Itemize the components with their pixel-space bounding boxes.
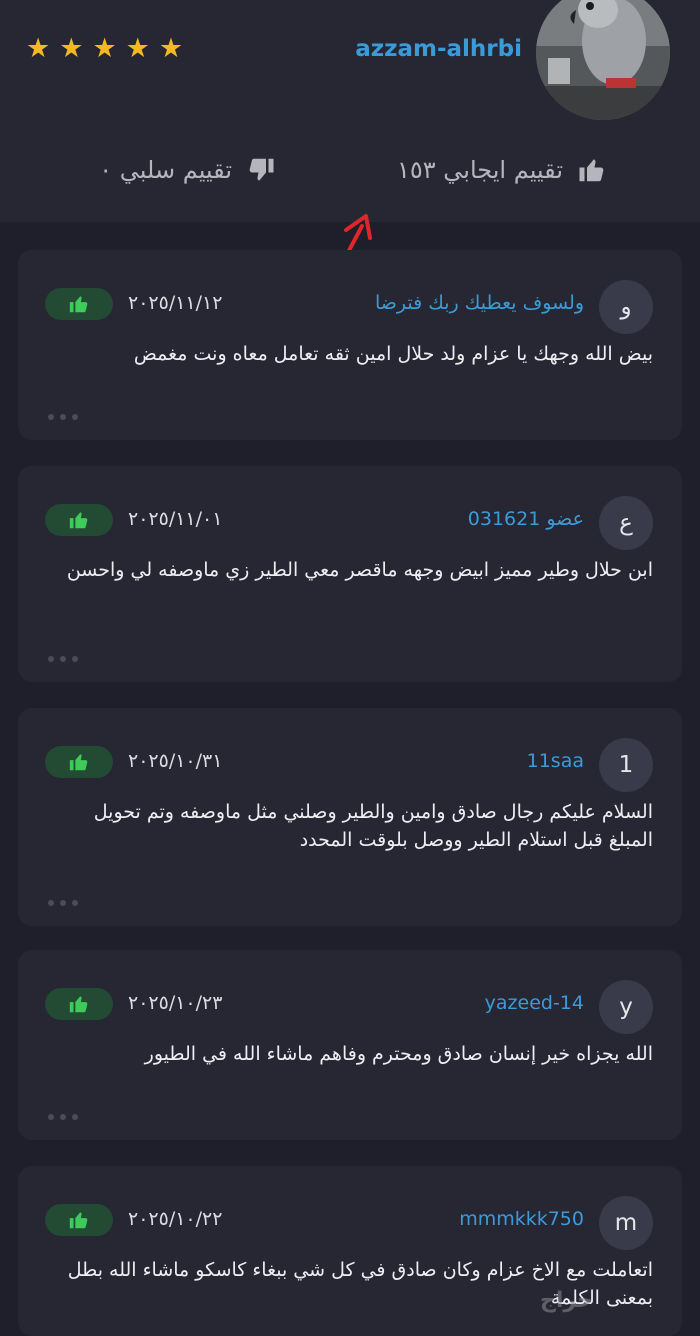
reviewer-name[interactable]: yazeed-14 xyxy=(485,992,584,1014)
thumbs-up-icon xyxy=(69,1212,88,1229)
star-icon: ★ xyxy=(125,33,150,64)
reviewer-avatar[interactable]: و xyxy=(599,280,653,334)
profile-username[interactable]: azzam-alhrbi xyxy=(355,36,522,62)
review-date: ٢٠٢٥/١٠/٣١ xyxy=(128,750,223,772)
star-icon: ★ xyxy=(59,33,84,64)
reviewer-name[interactable]: mmmkkk750 xyxy=(459,1208,584,1230)
thumbs-up-icon xyxy=(69,296,88,313)
like-badge xyxy=(45,288,113,320)
reviewer-name[interactable]: عضو 031621 xyxy=(468,508,584,530)
star-rating: ★ ★ ★ ★ ★ xyxy=(26,34,183,64)
star-icon: ★ xyxy=(158,33,184,64)
thumbs-up-icon xyxy=(69,996,88,1013)
thumbs-up-icon xyxy=(69,754,88,771)
review-date: ٢٠٢٥/١٠/٢٣ xyxy=(128,992,223,1014)
profile-header: ★ ★ ★ ★ ★ azzam-alhrbi تقييم ايجابي ١٥٣ xyxy=(0,0,700,222)
review-text: بيض الله وجهك يا عزام ولد حلال امين ثقه … xyxy=(133,343,653,365)
avatar[interactable] xyxy=(536,0,670,120)
more-options-icon[interactable] xyxy=(48,900,78,906)
reviewer-name[interactable]: ولسوف يعطيك ربك فترضا xyxy=(375,292,584,314)
like-badge xyxy=(45,1204,113,1236)
more-options-icon[interactable] xyxy=(48,414,78,420)
thumbs-down-icon xyxy=(249,158,274,181)
more-options-icon[interactable] xyxy=(48,1114,78,1120)
haraj-watermark: حراج xyxy=(540,1288,593,1313)
positive-rating[interactable]: تقييم ايجابي ١٥٣ xyxy=(397,155,607,185)
review-card: و ولسوف يعطيك ربك فترضا ٢٠٢٥/١١/١٢ بيض ا… xyxy=(18,250,682,440)
thumbs-up-icon xyxy=(69,512,88,529)
review-card: 1 11saa ٢٠٢٥/١٠/٣١ السلام عليكم رجال صاد… xyxy=(18,708,682,926)
star-icon: ★ xyxy=(92,33,117,64)
review-card: ع عضو 031621 ٢٠٢٥/١١/٠١ ابن حلال وطير مم… xyxy=(18,466,682,682)
positive-rating-label: تقييم ايجابي ١٥٣ xyxy=(396,156,563,184)
like-badge xyxy=(45,504,113,536)
review-date: ٢٠٢٥/١١/١٢ xyxy=(128,292,223,314)
review-card: y yazeed-14 ٢٠٢٥/١٠/٢٣ الله يجزاه خير إن… xyxy=(18,950,682,1140)
reviewer-avatar[interactable]: 1 xyxy=(599,738,653,792)
like-badge xyxy=(45,746,113,778)
ratings-summary: تقييم ايجابي ١٥٣ تقييم سلبي ٠ xyxy=(0,155,700,195)
like-badge xyxy=(45,988,113,1020)
review-date: ٢٠٢٥/١١/٠١ xyxy=(128,508,223,530)
thumbs-up-icon xyxy=(579,159,604,182)
star-icon: ★ xyxy=(26,33,51,64)
reviewer-name[interactable]: 11saa xyxy=(527,750,584,772)
reviewer-avatar[interactable]: y xyxy=(599,980,653,1034)
negative-rating-label: تقييم سلبي ٠ xyxy=(99,156,232,184)
more-options-icon[interactable] xyxy=(48,656,78,662)
review-text: السلام عليكم رجال صادق وامين والطير وصلن… xyxy=(93,801,653,851)
review-text: ابن حلال وطير مميز ابيض وجهه ماقصر معي ا… xyxy=(66,559,653,581)
reviewer-avatar[interactable]: m xyxy=(599,1196,653,1250)
parrot-photo-icon xyxy=(536,0,670,120)
negative-rating[interactable]: تقييم سلبي ٠ xyxy=(99,155,276,185)
review-text: الله يجزاه خير إنسان صادق ومحترم وفاهم م… xyxy=(144,1043,653,1065)
review-date: ٢٠٢٥/١٠/٢٢ xyxy=(128,1208,223,1230)
reviewer-avatar[interactable]: ع xyxy=(599,496,653,550)
